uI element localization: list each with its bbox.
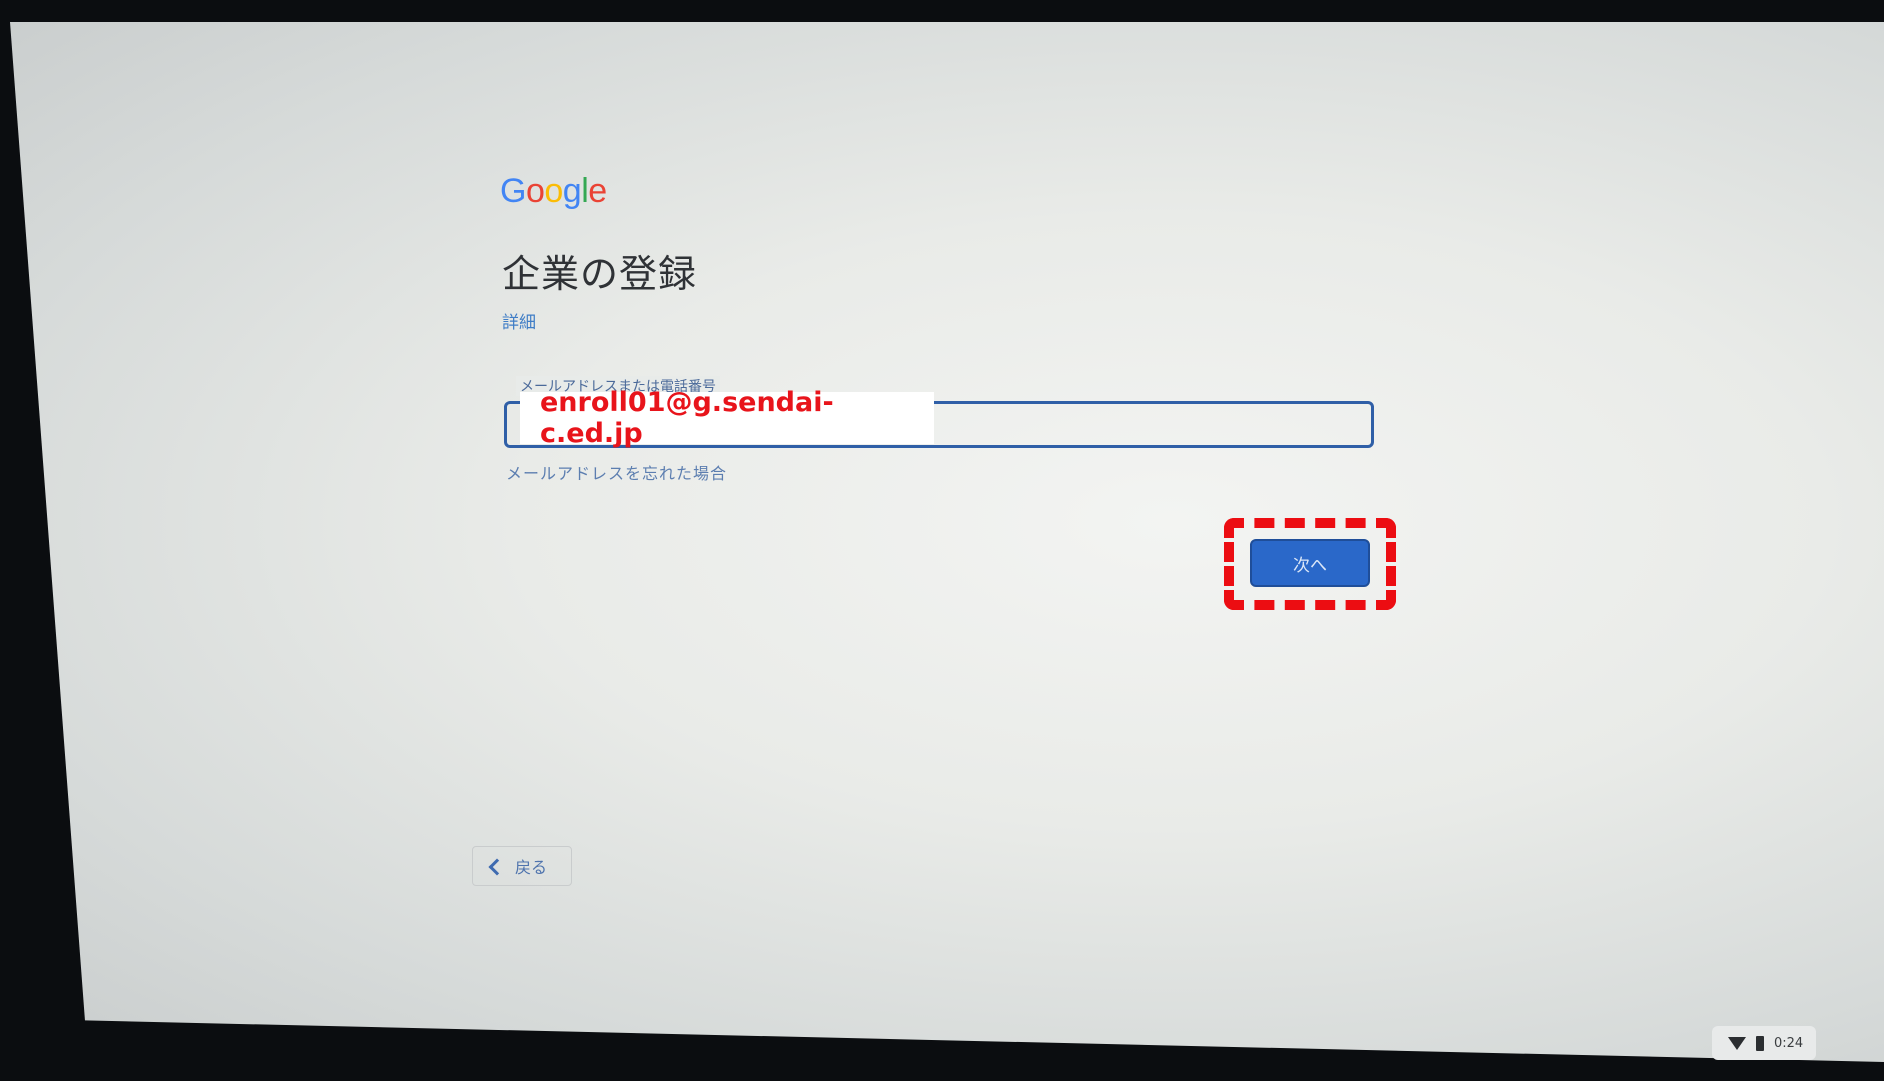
logo-letter: l xyxy=(581,172,589,210)
clock-time: 0:24 xyxy=(1774,1035,1804,1051)
battery-icon xyxy=(1756,1035,1764,1051)
logo-letter: e xyxy=(588,172,607,210)
screen xyxy=(10,22,1884,1062)
next-button[interactable]: 次へ xyxy=(1250,539,1370,587)
back-button-label: 戻る xyxy=(515,858,548,877)
learn-more-link[interactable]: 詳細 xyxy=(502,308,536,333)
google-logo: Google xyxy=(500,172,607,211)
logo-letter: G xyxy=(500,172,526,210)
back-button[interactable]: 戻る xyxy=(472,846,572,886)
wifi-icon xyxy=(1728,1036,1746,1050)
email-value-overlay: enroll01@g.sendai-c.ed.jp xyxy=(520,387,934,449)
next-button-label: 次へ xyxy=(1293,555,1327,576)
logo-letter: g xyxy=(562,172,582,210)
status-tray[interactable]: 0:24 xyxy=(1712,1026,1816,1060)
chevron-left-icon xyxy=(488,858,506,875)
forgot-email-link[interactable]: メールアドレスを忘れた場合 xyxy=(506,460,727,484)
logo-letter: o xyxy=(525,172,545,210)
logo-letter: o xyxy=(544,172,563,210)
page-title: 企業の登録 xyxy=(502,252,698,296)
